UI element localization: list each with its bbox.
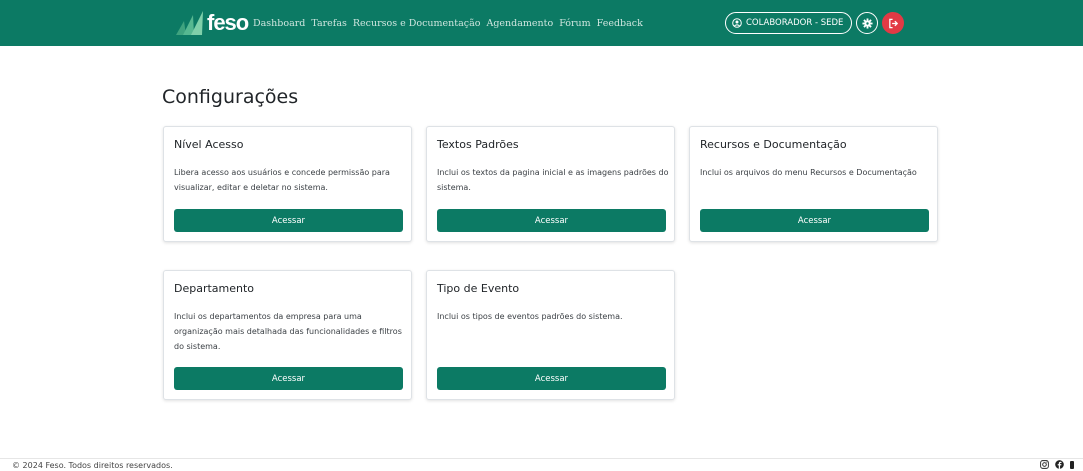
- acessar-button[interactable]: Acessar: [700, 209, 929, 232]
- logout-icon: [889, 18, 898, 28]
- nav-feedback[interactable]: Feedback: [597, 18, 643, 29]
- user-circle-icon: [732, 18, 742, 28]
- nav-dashboard[interactable]: Dashboard: [253, 18, 305, 29]
- extra-social-icon[interactable]: [1070, 460, 1074, 469]
- brand-name: feso: [207, 10, 249, 35]
- card-title: Textos Padrões: [437, 138, 519, 151]
- card-textos-padroes: Textos Padrões Inclui os textos da pagin…: [426, 126, 675, 242]
- card-description: Libera acesso aos usuários e concede per…: [174, 168, 390, 192]
- card-tipo-evento: Tipo de Evento Inclui os tipos de evento…: [426, 270, 675, 400]
- card-title: Departamento: [174, 282, 255, 295]
- card-title: Recursos e Documentação: [700, 138, 847, 151]
- card-nivel-acesso: Nível Acesso Libera acesso aos usuários …: [163, 126, 412, 242]
- nav-forum[interactable]: Fórum: [559, 18, 590, 29]
- nav-tarefas[interactable]: Tarefas: [311, 18, 346, 29]
- card-description: Inclui os departamentos da empresa para …: [174, 312, 402, 351]
- card-description: Inclui os arquivos do menu Recursos e Do…: [700, 168, 917, 177]
- acessar-button[interactable]: Acessar: [437, 367, 666, 390]
- main-nav: Dashboard Tarefas Recursos e Documentaçã…: [253, 0, 643, 46]
- settings-button[interactable]: [856, 12, 879, 34]
- instagram-icon[interactable]: [1040, 460, 1049, 469]
- user-label: COLABORADOR - SEDE: [746, 18, 844, 28]
- acessar-button[interactable]: Acessar: [174, 209, 403, 232]
- gear-icon: [862, 17, 873, 29]
- social-links: [1040, 460, 1074, 469]
- top-navbar: feso Dashboard Tarefas Recursos e Docume…: [0, 0, 1083, 46]
- brand-logo[interactable]: feso: [176, 10, 249, 36]
- card-departamento: Departamento Inclui os departamentos da …: [163, 270, 412, 400]
- facebook-icon[interactable]: [1055, 460, 1064, 469]
- page-title: Configurações: [162, 86, 299, 108]
- nav-agendamento[interactable]: Agendamento: [486, 18, 553, 29]
- card-title: Nível Acesso: [174, 138, 244, 151]
- footer: © 2024 Feso. Todos direitos reservados.: [0, 458, 1083, 471]
- acessar-button[interactable]: Acessar: [437, 209, 666, 232]
- copyright-text: © 2024 Feso. Todos direitos reservados.: [12, 461, 173, 470]
- user-profile-button[interactable]: COLABORADOR - SEDE: [725, 12, 853, 34]
- card-description: Inclui os tipos de eventos padrões do si…: [437, 312, 623, 321]
- user-actions: COLABORADOR - SEDE: [725, 12, 905, 34]
- logout-button[interactable]: [882, 12, 905, 34]
- card-title: Tipo de Evento: [437, 282, 520, 295]
- feso-logo-icon: [176, 11, 203, 35]
- nav-recursos-documentacao[interactable]: Recursos e Documentação: [353, 18, 481, 29]
- card-recursos-documentacao: Recursos e Documentação Inclui os arquiv…: [689, 126, 938, 242]
- acessar-button[interactable]: Acessar: [174, 367, 403, 390]
- card-description: Inclui os textos da pagina inicial e as …: [437, 168, 669, 192]
